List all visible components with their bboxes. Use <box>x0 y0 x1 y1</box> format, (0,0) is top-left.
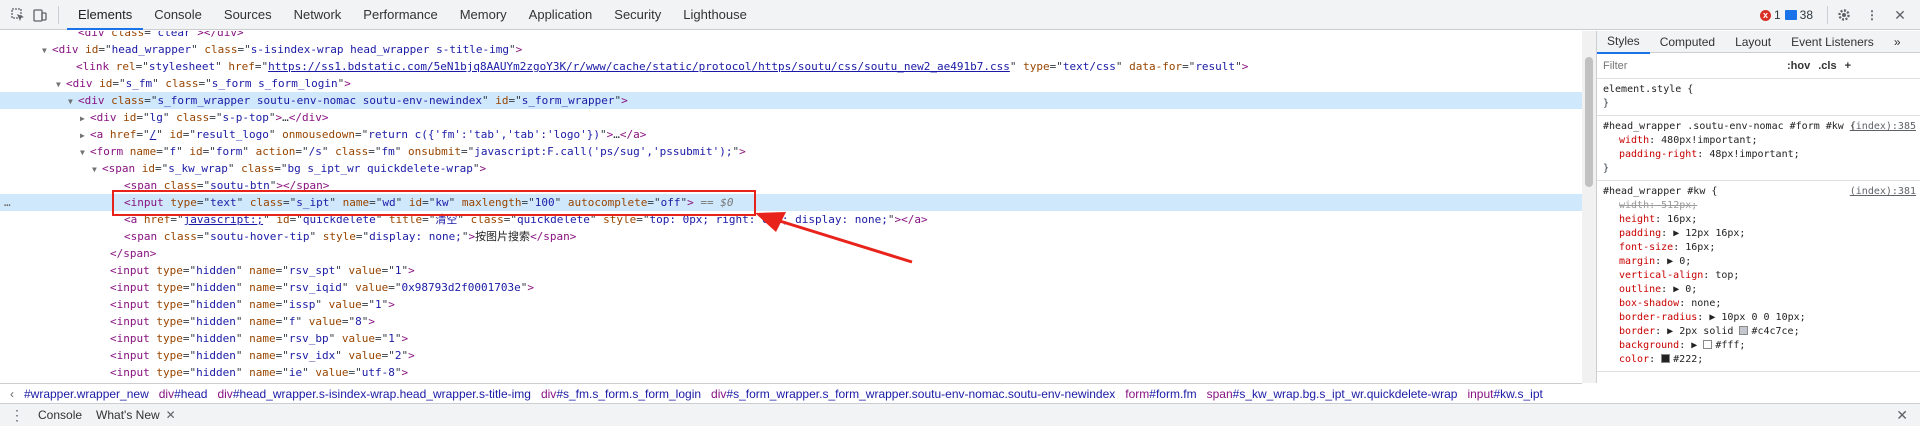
css-property[interactable]: vertical-align: top; <box>1603 269 1914 283</box>
css-property[interactable]: width: 512px; <box>1603 199 1914 213</box>
css-property[interactable]: width: 480px!important; <box>1603 134 1914 148</box>
css-property[interactable]: box-shadow: none; <box>1603 297 1914 311</box>
styles-tab-layout[interactable]: Layout <box>1725 31 1781 53</box>
styles-filter-input[interactable] <box>1603 55 1779 76</box>
error-count: 1 <box>1773 8 1781 22</box>
rule-close-brace: } <box>1603 163 1610 174</box>
color-swatch-icon[interactable] <box>1661 354 1671 363</box>
close-whats-new-icon[interactable]: ✕ <box>166 408 176 422</box>
styles-tab-computed[interactable]: Computed <box>1650 31 1725 53</box>
toolbar-right: x 1 38 ⋮ ✕ <box>1759 0 1920 30</box>
css-property[interactable]: border: ▶ 2px solid #c4c7ce; <box>1603 325 1914 339</box>
more-options-icon[interactable]: ⋮ <box>1864 7 1880 23</box>
css-rule[interactable]: #head_wrapper #kw {(index):381 width: 512… <box>1597 181 1920 372</box>
annotation-arrow <box>755 212 913 264</box>
error-count-badge[interactable]: x 1 38 <box>1759 8 1813 22</box>
color-swatch-icon[interactable] <box>1739 326 1749 335</box>
drawer-tab-whats-new[interactable]: What's New <box>96 408 160 422</box>
rule-close-brace: } <box>1603 98 1610 109</box>
css-property[interactable]: border-radius: ▶ 10px 0 0 10px; <box>1603 311 1914 325</box>
breadcrumb-item[interactable]: div#s_form_wrapper.s_form_wrapper.soutu-… <box>711 387 1115 401</box>
styles-filter-row: :hov .cls + <box>1597 53 1920 79</box>
styles-tabs: Styles Computed Layout Event Listeners» <box>1597 31 1920 54</box>
close-devtools-icon[interactable]: ✕ <box>1892 7 1908 23</box>
breadcrumb-scroll-left-icon[interactable]: ‹ <box>10 387 14 401</box>
breadcrumb-item[interactable]: div#head_wrapper.s-isindex-wrap.head_wra… <box>217 387 531 401</box>
more-tabs-icon[interactable]: » <box>1884 31 1911 53</box>
drawer-menu-icon[interactable]: ⋮ <box>10 407 24 424</box>
filter-buttons: :hov .cls + <box>1779 60 1851 72</box>
toolbar-divider <box>1827 6 1828 24</box>
rule-source-link[interactable]: (index):381 <box>1850 185 1916 199</box>
css-property[interactable]: margin: ▶ 0; <box>1603 255 1914 269</box>
css-property[interactable]: padding-right: 48px!important; <box>1603 148 1914 162</box>
breadcrumb-item[interactable]: div#s_fm.s_form.s_form_login <box>541 387 701 401</box>
breadcrumb-item[interactable]: div#head <box>159 387 208 401</box>
breadcrumb-item[interactable]: input#kw.s_ipt <box>1467 387 1542 401</box>
styles-tab-event-listeners[interactable]: Event Listeners <box>1781 31 1884 53</box>
breadcrumb-item[interactable]: form#form.fm <box>1125 387 1196 401</box>
styles-tab-styles[interactable]: Styles <box>1597 31 1650 54</box>
color-swatch-icon[interactable] <box>1703 340 1713 349</box>
filter-button[interactable]: .cls <box>1818 60 1836 72</box>
css-property[interactable]: height: 16px; <box>1603 213 1914 227</box>
breadcrumb-item[interactable]: #wrapper.wrapper_new <box>24 387 149 401</box>
error-icon: x <box>1759 9 1771 21</box>
filter-button[interactable]: + <box>1845 60 1851 72</box>
close-drawer-icon[interactable]: ✕ <box>1896 407 1908 424</box>
css-property[interactable]: background: ▶ #fff; <box>1603 339 1914 353</box>
breadcrumb: ‹ #wrapper.wrapper_new div#head div#head_w… <box>0 383 1582 403</box>
css-rule[interactable]: #head_wrapper .soutu-env-nomac #form #kw… <box>1597 116 1920 181</box>
css-property[interactable]: color: #222; <box>1603 353 1914 367</box>
rule-source-link[interactable]: (index):385 <box>1850 120 1916 134</box>
filter-button[interactable]: :hov <box>1787 60 1810 72</box>
scrollbar-thumb[interactable] <box>1585 57 1593 187</box>
css-property[interactable]: padding: ▶ 12px 16px; <box>1603 227 1914 241</box>
drawer-tab-console[interactable]: Console <box>38 408 82 422</box>
drawer-bar: ⋮ Console What's New ✕ ✕ <box>0 403 1920 426</box>
rule-selector: element.style { <box>1603 84 1694 95</box>
settings-gear-icon[interactable] <box>1836 7 1852 23</box>
dom-scrollbar[interactable] <box>1582 31 1596 383</box>
message-count: 38 <box>1799 8 1813 22</box>
css-property[interactable]: outline: ▶ 0; <box>1603 283 1914 297</box>
breadcrumb-item[interactable]: span#s_kw_wrap.bg.s_ipt_wr.quickdelete-w… <box>1207 387 1458 401</box>
css-property[interactable]: font-size: 16px; <box>1603 241 1914 255</box>
message-icon <box>1784 10 1797 20</box>
css-rule[interactable]: element.style {} <box>1597 79 1920 116</box>
styles-pane: StylesComputedLayoutEvent Listeners» :ho… <box>1596 31 1920 383</box>
css-rules: element.style {} #head_wrapper .soutu-env… <box>1597 79 1920 372</box>
